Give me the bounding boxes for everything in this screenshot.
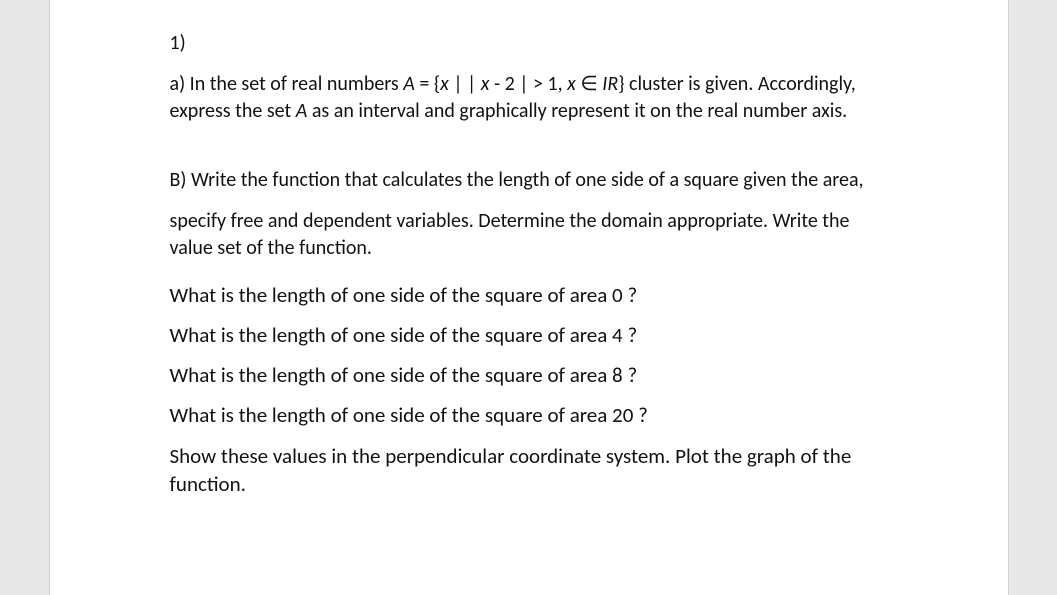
question-area-20: What is the length of one side of the sq… <box>170 396 888 436</box>
part-b-spec: specify free and dependent variables. De… <box>170 208 888 262</box>
app-canvas: 1) a) In the set of real numbers A = {x … <box>0 0 1057 595</box>
part-b-intro: B) Write the function that calculates th… <box>170 167 888 194</box>
question-area-4: What is the length of one side of the sq… <box>170 316 888 356</box>
document-page: 1) a) In the set of real numbers A = {x … <box>49 0 1009 595</box>
part-a-text: a) In the set of real numbers A = {x | |… <box>170 71 888 125</box>
closing-instruction: Show these values in the perpendicular c… <box>170 442 888 499</box>
problem-number: 1) <box>170 30 888 57</box>
question-area-0: What is the length of one side of the sq… <box>170 276 888 316</box>
question-area-8: What is the length of one side of the sq… <box>170 356 888 396</box>
